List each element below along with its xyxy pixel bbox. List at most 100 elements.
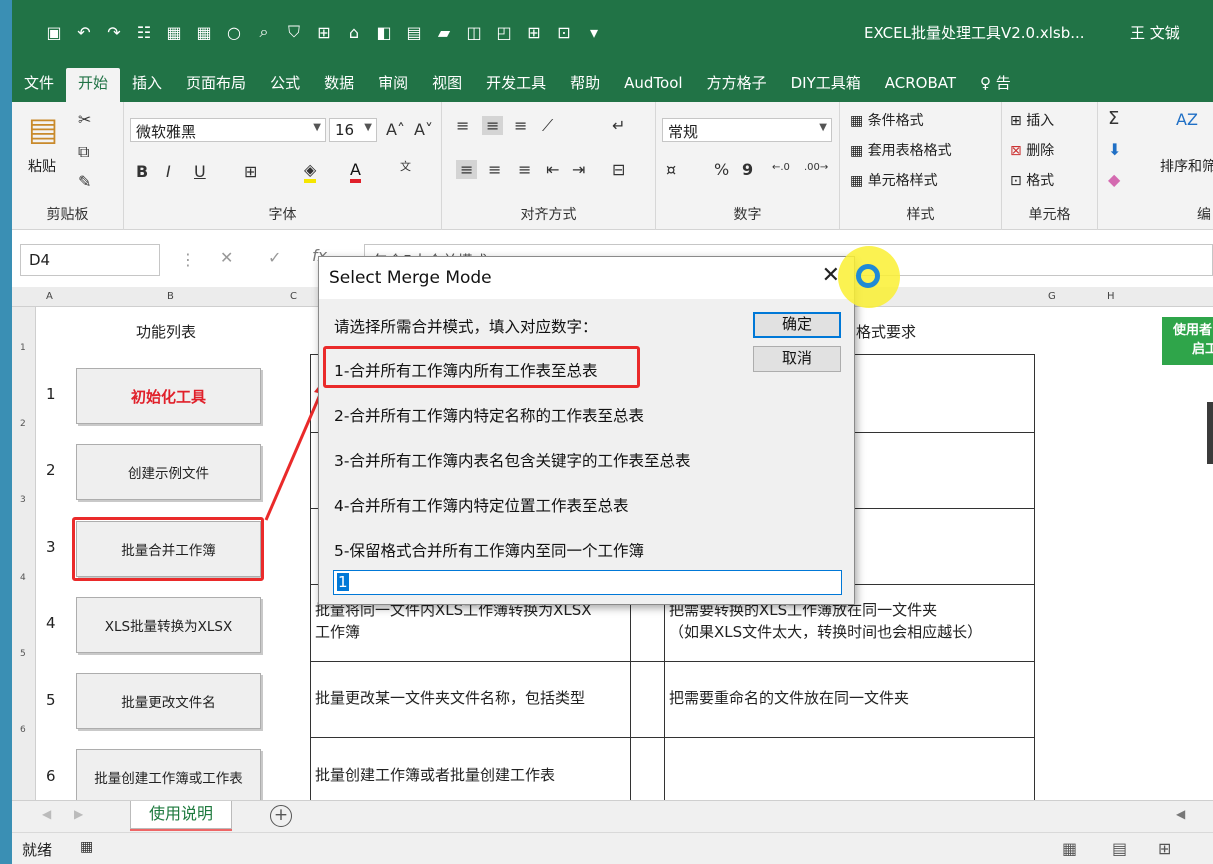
create-sample-button[interactable]: 创建示例文件 <box>76 444 261 500</box>
format-as-table-button[interactable]: ▦ 套用表格格式 <box>850 140 952 160</box>
page-layout-view-icon[interactable]: ▤ <box>1112 839 1127 858</box>
borders-icon[interactable]: ⊞ <box>244 162 257 181</box>
tab-developer[interactable]: 开发工具 <box>474 68 558 102</box>
tab-home[interactable]: 开始 <box>66 68 121 102</box>
column-header-h[interactable]: H <box>1107 291 1115 302</box>
decrease-indent-icon[interactable]: ⇤ <box>546 160 559 179</box>
add-sheet-icon[interactable]: + <box>270 805 292 827</box>
phonetic-icon[interactable]: 文 <box>400 158 411 174</box>
column-header-c[interactable]: C <box>290 291 297 302</box>
align-center-icon[interactable]: ≡ <box>488 160 501 179</box>
shrink-font-icon[interactable]: A˅ <box>414 120 433 139</box>
increase-indent-icon[interactable]: ⇥ <box>572 160 585 179</box>
cancel-button[interactable]: 取消 <box>753 346 841 372</box>
form-icon[interactable]: ☷ <box>132 20 156 44</box>
batch-rename-button[interactable]: 批量更改文件名 <box>76 673 261 729</box>
autosum-button[interactable]: Σ <box>1108 108 1119 129</box>
column-header-a[interactable]: A <box>46 291 53 302</box>
macro-record-icon[interactable]: ▦ <box>80 839 93 855</box>
open-folder-icon[interactable]: ▰ <box>432 20 456 44</box>
align-top-icon[interactable]: ≡ <box>456 116 469 135</box>
tab-audtool[interactable]: AudTool <box>612 68 694 102</box>
copy-icon[interactable]: ⧉ <box>78 142 89 162</box>
sort-filter-button[interactable]: 排序和筛 <box>1160 156 1213 176</box>
column-header-b[interactable]: B <box>167 291 174 302</box>
name-box[interactable]: D4 <box>20 244 160 276</box>
wrap-text-icon[interactable]: ↵ <box>612 116 625 135</box>
delete-cells-button[interactable]: ⊠ 删除 <box>1010 140 1054 160</box>
tab-review[interactable]: 审阅 <box>366 68 420 102</box>
tab-diy-toolbox[interactable]: DIY工具箱 <box>779 68 873 102</box>
row-header-1[interactable]: 1 <box>20 343 26 353</box>
ok-button[interactable]: 确定 <box>753 312 841 338</box>
grow-font-icon[interactable]: A˄ <box>386 120 405 139</box>
tab-formulas[interactable]: 公式 <box>258 68 312 102</box>
column-header-g[interactable]: G <box>1048 291 1056 302</box>
format-painter-icon[interactable]: ✎ <box>78 172 91 191</box>
undo-icon[interactable]: ↶ <box>72 20 96 44</box>
scroll-right-icon[interactable]: ▶ <box>74 807 83 821</box>
page-break-view-icon[interactable]: ⊞ <box>1158 839 1171 858</box>
font-color-icon[interactable]: A <box>350 160 361 183</box>
paste-button[interactable]: 粘贴 <box>28 156 56 176</box>
calc-icon[interactable]: ▦ <box>162 20 186 44</box>
find-icon[interactable]: ⌕ <box>252 20 276 44</box>
saveas-icon[interactable]: ◫ <box>462 20 486 44</box>
tab-acrobat[interactable]: ACROBAT <box>873 68 968 102</box>
align-middle-icon[interactable]: ≡ <box>482 116 504 135</box>
tab-tell-me[interactable]: ♀ 告 <box>968 68 1023 102</box>
freeze-icon[interactable]: ◧ <box>372 20 396 44</box>
cell-styles-button[interactable]: ▦ 单元格样式 <box>850 170 938 190</box>
mode-number-input[interactable]: 1 <box>333 570 842 595</box>
row-header-6[interactable]: 6 <box>20 725 26 735</box>
grid-icon[interactable]: ▤ <box>402 20 426 44</box>
scroll-left-icon[interactable]: ◀ <box>42 807 51 821</box>
increase-decimal-icon[interactable]: ←.0 <box>772 162 790 173</box>
shape-circle-icon[interactable]: ○ <box>222 20 246 44</box>
row-header-5[interactable]: 5 <box>20 649 26 659</box>
clear-icon[interactable]: ◆ <box>1108 170 1120 189</box>
sheet-tab-usage[interactable]: 使用说明 <box>130 801 232 829</box>
paste-icon[interactable]: ▤ <box>28 110 58 148</box>
tab-view[interactable]: 视图 <box>420 68 474 102</box>
table-icon[interactable]: ⊞ <box>522 20 546 44</box>
fill-icon[interactable]: ⬇ <box>1108 140 1121 159</box>
hscroll-left-icon[interactable]: ◀ <box>1176 807 1185 821</box>
border-icon[interactable]: ⊞ <box>312 20 336 44</box>
tab-insert[interactable]: 插入 <box>120 68 174 102</box>
save-icon[interactable]: ▣ <box>42 20 66 44</box>
cut-icon[interactable]: ✂ <box>78 110 91 129</box>
filter-icon[interactable]: ⛉ <box>282 20 306 44</box>
collapse-pane-button[interactable]: ‹ <box>1207 402 1213 464</box>
xls-to-xlsx-button[interactable]: XLS批量转换为XLSX <box>76 597 261 653</box>
comma-style-button[interactable]: 9 <box>742 160 753 179</box>
confirm-entry-icon[interactable]: ✓ <box>268 248 281 267</box>
font-name-select[interactable]: 微软雅黑 ▼ <box>130 118 326 142</box>
batch-create-button[interactable]: 批量创建工作簿或工作表 <box>76 749 261 805</box>
init-tool-button[interactable]: 初始化工具 <box>76 368 261 424</box>
align-left-icon[interactable]: ≡ <box>456 160 478 179</box>
align-bottom-icon[interactable]: ≡ <box>514 116 527 135</box>
tab-help[interactable]: 帮助 <box>558 68 612 102</box>
tab-data[interactable]: 数据 <box>312 68 366 102</box>
row-header-3[interactable]: 3 <box>20 495 26 505</box>
sort-filter-icon[interactable]: AZ <box>1176 110 1198 129</box>
print-icon[interactable]: ◰ <box>492 20 516 44</box>
merge-center-icon[interactable]: ⊟ <box>612 160 625 179</box>
tab-fangfang[interactable]: 方方格子 <box>695 68 779 102</box>
tab-file[interactable]: 文件 <box>12 68 66 102</box>
tab-page-layout[interactable]: 页面布局 <box>174 68 258 102</box>
accounting-format-icon[interactable]: ¤ <box>666 160 676 179</box>
calc2-icon[interactable]: ▦ <box>192 20 216 44</box>
percent-button[interactable]: % <box>714 160 729 179</box>
row-header-4[interactable]: 4 <box>20 573 26 583</box>
macro-icon[interactable]: ⌂ <box>342 20 366 44</box>
italic-button[interactable]: I <box>166 162 171 181</box>
redo-icon[interactable]: ↷ <box>102 20 126 44</box>
customize-qat-icon[interactable]: ▾ <box>582 20 606 44</box>
cancel-entry-icon[interactable]: ✕ <box>220 248 233 267</box>
decrease-decimal-icon[interactable]: .00→ <box>804 162 828 173</box>
underline-button[interactable]: U <box>194 162 206 181</box>
preview-icon[interactable]: ⊡ <box>552 20 576 44</box>
bold-button[interactable]: B <box>136 162 148 181</box>
